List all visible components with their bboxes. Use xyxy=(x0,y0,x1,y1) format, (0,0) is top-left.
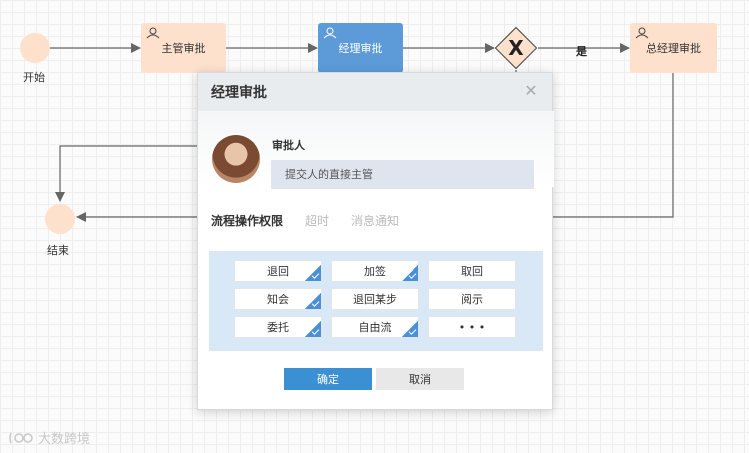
end-event[interactable] xyxy=(45,204,75,234)
tab-notifications[interactable]: 消息通知 xyxy=(351,212,399,229)
checkmark-icon xyxy=(402,321,418,337)
close-icon[interactable]: ✕ xyxy=(522,82,540,100)
task-gm-approval[interactable]: 总经理审批 xyxy=(630,23,717,73)
checkmark-icon xyxy=(305,293,321,309)
tab-timeout[interactable]: 超时 xyxy=(305,212,329,229)
perm-label: 退回某步 xyxy=(353,293,397,306)
perm-return-button[interactable]: 退回 xyxy=(234,260,322,282)
perm-delegate-button[interactable]: 委托 xyxy=(234,316,322,338)
confirm-button[interactable]: 确定 xyxy=(284,368,372,390)
watermark-text: 大数跨境 xyxy=(38,432,91,447)
start-event-label: 开始 xyxy=(23,71,45,84)
checkmark-icon xyxy=(402,265,418,281)
user-icon xyxy=(323,27,337,39)
task-supervisor-label: 主管审批 xyxy=(161,42,206,55)
dialog-tabs: 流程操作权限 超时 消息通知 xyxy=(211,212,399,229)
perm-label: 自由流 xyxy=(358,321,392,334)
perm-label: 阅示 xyxy=(461,293,483,306)
approval-settings-dialog: 经理审批 ✕ 审批人 提交人的直接主管 流程操作权限 超时 消息通知 退回 加签… xyxy=(197,72,554,410)
perm-label: 加签 xyxy=(364,265,386,278)
checkmark-icon xyxy=(305,321,321,337)
user-icon xyxy=(635,27,649,39)
perm-retrieve-button[interactable]: 取回 xyxy=(428,260,516,282)
perm-return-to-step-button[interactable]: 退回某步 xyxy=(331,288,419,310)
avatar xyxy=(212,135,260,183)
perm-label: 取回 xyxy=(461,265,483,278)
gateway-x-icon: X xyxy=(508,36,524,60)
tab-flow-permissions[interactable]: 流程操作权限 xyxy=(211,212,283,229)
approver-field[interactable]: 提交人的直接主管 xyxy=(271,160,534,189)
perm-label: 退回 xyxy=(267,265,289,278)
user-icon xyxy=(146,27,160,39)
dialog-title: 经理审批 xyxy=(211,85,267,101)
perm-review-button[interactable]: 阅示 xyxy=(428,288,516,310)
task-manager-approval[interactable]: 经理审批 xyxy=(318,23,403,73)
task-supervisor-approval[interactable]: 主管审批 xyxy=(141,23,226,73)
checkmark-icon xyxy=(305,265,321,281)
permissions-grid: 退回 加签 取回 知会 退回某步 阅示 委托 自由流 • • • xyxy=(234,260,543,338)
perm-add-signer-button[interactable]: 加签 xyxy=(331,260,419,282)
permissions-panel: 退回 加签 取回 知会 退回某步 阅示 委托 自由流 • • • xyxy=(209,251,543,351)
task-manager-label: 经理审批 xyxy=(338,42,383,55)
approver-label: 审批人 xyxy=(272,139,305,152)
perm-free-flow-button[interactable]: 自由流 xyxy=(331,316,419,338)
perm-label: 委托 xyxy=(267,321,289,334)
more-icon: • • • xyxy=(458,320,486,334)
cancel-button[interactable]: 取消 xyxy=(376,368,464,390)
dialog-actions: 确定 取消 xyxy=(284,368,464,390)
perm-label: 知会 xyxy=(267,293,289,306)
perm-notify-button[interactable]: 知会 xyxy=(234,288,322,310)
dialog-header: 经理审批 ✕ xyxy=(198,73,552,111)
perm-more-button[interactable]: • • • xyxy=(428,316,516,338)
task-gm-label: 总经理审批 xyxy=(646,42,701,55)
watermark: 大数跨境 xyxy=(8,428,90,447)
watermark-logo-icon xyxy=(9,432,33,443)
start-event[interactable] xyxy=(20,33,50,63)
edge-yes-label: 是 xyxy=(576,45,587,58)
end-event-label: 结束 xyxy=(47,244,69,257)
